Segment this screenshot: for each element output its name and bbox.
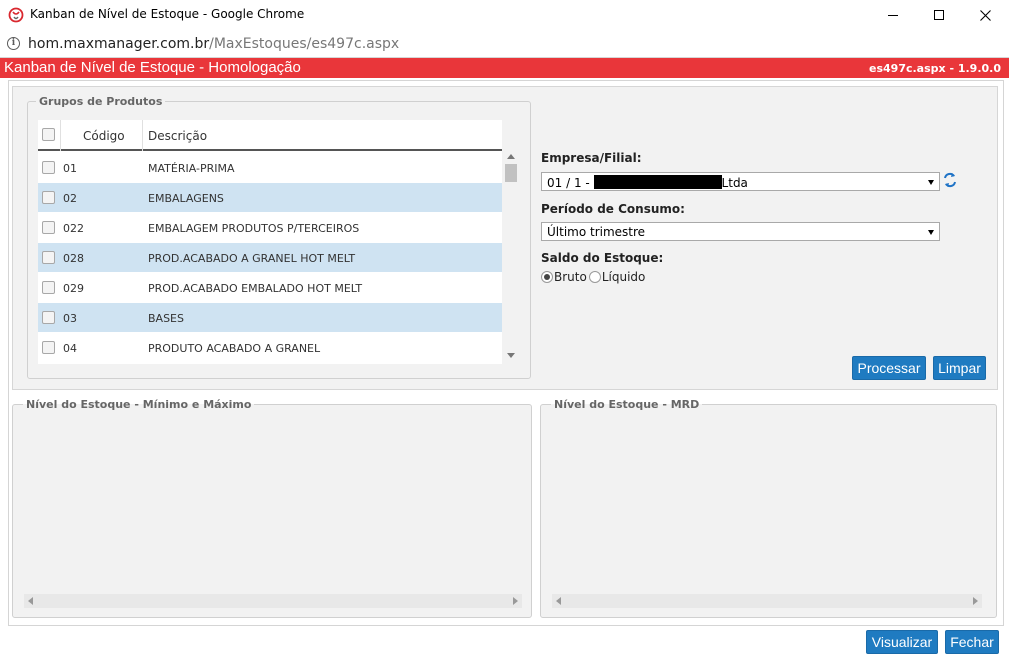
scroll-up-icon[interactable]: [507, 154, 515, 159]
liquido-radio[interactable]: [588, 271, 601, 283]
empresa-label: Empresa/Filial:: [541, 151, 642, 165]
page-title: Kanban de Nível de Estoque - Homologação: [4, 59, 301, 76]
row-descricao: PRODUTO ACABADO A GRANEL: [148, 342, 321, 355]
scroll-right-icon[interactable]: [973, 597, 978, 605]
row-checkbox[interactable]: [42, 311, 55, 324]
close-icon: [979, 9, 991, 21]
row-descricao: BASES: [148, 312, 184, 325]
refresh-icon[interactable]: [943, 172, 957, 188]
table-row[interactable]: 022 EMBALAGEM PRODUTOS P/TERCEIROS: [38, 213, 502, 243]
table-scrollbar[interactable]: [503, 150, 520, 362]
scroll-left-icon[interactable]: [556, 597, 561, 605]
row-codigo: 02: [63, 192, 77, 205]
empresa-prefix: 01 / 1 -: [547, 176, 594, 190]
close-button[interactable]: [962, 0, 1008, 30]
panel-min-max: Nível do Estoque - Mínimo e Máximo: [12, 398, 532, 618]
periodo-value: Último trimestre: [547, 225, 646, 239]
row-checkbox[interactable]: [42, 281, 55, 294]
row-checkbox[interactable]: [42, 251, 55, 264]
url-host: hom.maxmanager.com.br: [28, 36, 210, 52]
chevron-down-icon: [928, 180, 934, 185]
url-path: /MaxEstoques/es497c.aspx: [209, 36, 400, 52]
row-codigo: 022: [63, 222, 84, 235]
fechar-button[interactable]: Fechar: [945, 630, 999, 654]
saldo-label: Saldo do Estoque:: [541, 251, 664, 265]
table-row[interactable]: 01 MATÉRIA-PRIMA: [38, 153, 502, 183]
row-codigo: 03: [63, 312, 77, 325]
table-body: 01 MATÉRIA-PRIMA 02 EMBALAGENS 022 EMBAL…: [38, 153, 502, 363]
row-checkbox[interactable]: [42, 161, 55, 174]
row-checkbox[interactable]: [42, 191, 55, 204]
processar-button[interactable]: Processar: [852, 356, 926, 380]
table-row[interactable]: 04 PRODUTO ACABADO A GRANEL: [38, 333, 502, 363]
row-codigo: 029: [63, 282, 84, 295]
scroll-left-icon[interactable]: [28, 597, 33, 605]
scroll-right-icon[interactable]: [513, 597, 518, 605]
empresa-select[interactable]: 01 / 1 - Ltda: [541, 172, 940, 191]
table-header: Código Descrição: [38, 120, 502, 151]
row-descricao: EMBALAGEM PRODUTOS P/TERCEIROS: [148, 222, 360, 235]
row-checkbox[interactable]: [42, 341, 55, 354]
redacted-block: [593, 175, 722, 189]
row-checkbox[interactable]: [42, 221, 55, 234]
info-icon[interactable]: i: [7, 37, 20, 50]
browser-window: Kanban de Nível de Estoque - Google Chro…: [0, 0, 1009, 672]
column-separator: [60, 120, 61, 151]
grupos-legend: Grupos de Produtos: [39, 95, 163, 108]
panel-mrd-title: Nível do Estoque - MRD: [554, 398, 700, 411]
title-bar: Kanban de Nível de Estoque - Google Chro…: [0, 0, 1009, 30]
url-text[interactable]: hom.maxmanager.com.br/MaxEstoques/es497c…: [28, 36, 399, 52]
periodo-select[interactable]: Último trimestre: [541, 222, 940, 241]
row-descricao: PROD.ACABADO EMBALADO HOT MELT: [148, 282, 363, 295]
scroll-down-icon[interactable]: [507, 353, 515, 358]
minimize-icon: [888, 14, 898, 16]
saldo-radio-group: Bruto Líquido: [541, 270, 645, 284]
chevron-down-icon: [928, 230, 934, 235]
liquido-label[interactable]: Líquido: [602, 270, 646, 284]
maximize-icon: [934, 10, 944, 20]
row-descricao: MATÉRIA-PRIMA: [148, 162, 235, 175]
app-logo-icon: [8, 7, 24, 23]
table-row[interactable]: 029 PROD.ACABADO EMBALADO HOT MELT: [38, 273, 502, 303]
version-label: es497c.aspx - 1.9.0.0: [869, 62, 1001, 75]
app-header: Kanban de Nível de Estoque - Homologação…: [0, 58, 1009, 78]
visualizar-button[interactable]: Visualizar: [866, 630, 938, 654]
empresa-suffix: Ltda: [721, 176, 748, 190]
window-title: Kanban de Nível de Estoque - Google Chro…: [30, 7, 305, 21]
column-header-codigo[interactable]: Código: [83, 129, 125, 143]
bruto-label[interactable]: Bruto: [554, 270, 587, 284]
select-all-checkbox[interactable]: [42, 128, 55, 141]
row-codigo: 01: [63, 162, 77, 175]
minimize-button[interactable]: [870, 0, 916, 30]
column-separator: [142, 120, 143, 151]
table-row[interactable]: 02 EMBALAGENS: [38, 183, 502, 213]
address-bar[interactable]: i hom.maxmanager.com.br/MaxEstoques/es49…: [0, 30, 1009, 58]
maximize-button[interactable]: [916, 0, 962, 30]
row-descricao: PROD.ACABADO A GRANEL HOT MELT: [148, 252, 356, 265]
panel-mrd: Nível do Estoque - MRD: [540, 398, 997, 618]
scroll-thumb[interactable]: [505, 164, 517, 182]
row-descricao: EMBALAGENS: [148, 192, 224, 205]
column-header-descricao[interactable]: Descrição: [148, 129, 207, 143]
panel-min-max-title: Nível do Estoque - Mínimo e Máximo: [26, 398, 252, 411]
bruto-radio[interactable]: [541, 271, 553, 283]
row-codigo: 028: [63, 252, 84, 265]
limpar-button[interactable]: Limpar: [933, 356, 986, 380]
table-row[interactable]: 03 BASES: [38, 303, 502, 333]
row-codigo: 04: [63, 342, 77, 355]
table-row[interactable]: 028 PROD.ACABADO A GRANEL HOT MELT: [38, 243, 502, 273]
periodo-label: Período de Consumo:: [541, 202, 685, 216]
grupos-table: Código Descrição 01 MATÉRIA-PRIMA 02 EMB…: [38, 120, 502, 364]
mrd-hscrollbar[interactable]: [552, 594, 982, 608]
refresh-icon-svg: [944, 172, 956, 188]
min-max-hscrollbar[interactable]: [24, 594, 522, 608]
